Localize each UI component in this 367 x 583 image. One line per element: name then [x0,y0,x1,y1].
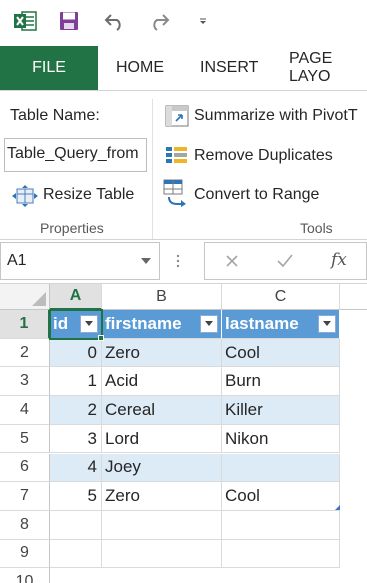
drag-handle-icon[interactable] [176,254,180,268]
cell-firstname[interactable]: Joey [102,453,222,483]
table-row: 6 4 Joey [0,453,367,483]
row-header-1[interactable]: 1 [0,310,50,339]
row-header-2[interactable]: 2 [0,338,50,368]
cell-id[interactable]: 1 [50,367,102,397]
cancel-icon[interactable] [225,254,239,273]
cell-firstname[interactable]: Lord [102,424,222,454]
table-row: 3 1 Acid Burn [0,367,367,397]
customize-qat-icon[interactable] [190,8,216,34]
tab-insert[interactable]: INSERT [200,46,258,90]
cell-firstname[interactable]: Zero [102,338,222,368]
table-resize-handle[interactable] [335,505,340,510]
cell-firstname[interactable]: Cereal [102,396,222,425]
enter-check-icon[interactable] [277,254,293,273]
table-row: 5 3 Lord Nikon [0,424,367,454]
cell-lastname[interactable]: Cool [222,482,340,511]
empty-row: 9 [0,539,367,569]
resize-table-label: Resize Table [43,186,135,203]
table-header-firstname[interactable]: firstname [102,310,222,339]
cell-lastname[interactable] [222,453,340,483]
table-row: 4 2 Cereal Killer [0,396,367,425]
convert-to-range-icon [163,179,191,212]
cell-lastname[interactable]: Burn [222,367,340,397]
filter-dropdown-icon[interactable] [80,314,98,333]
table-header-lastname[interactable]: lastname [222,310,340,339]
row-header-3[interactable]: 3 [0,367,50,397]
column-header-c[interactable]: C [222,284,340,310]
cell-firstname[interactable]: Zero [102,482,222,511]
save-icon[interactable] [56,8,82,34]
row-header-4[interactable]: 4 [0,396,50,425]
undo-icon[interactable] [102,8,128,34]
resize-table-icon [12,185,38,212]
fill-handle[interactable] [98,335,104,341]
remove-duplicates-label: Remove Duplicates [194,147,333,164]
empty-row: 10 [0,568,367,583]
insert-function-button[interactable]: fx [331,250,347,270]
ribbon-panel: Table Name: Table_Query_from Resize Tabl… [0,90,367,240]
redo-icon[interactable] [146,8,172,34]
empty-cell[interactable] [102,510,222,540]
cell-id[interactable]: 5 [50,482,102,511]
empty-cell[interactable] [50,510,102,540]
pivot-table-icon [165,105,189,132]
cell-id[interactable]: 0 [50,338,102,368]
row-header-6[interactable]: 6 [0,453,50,483]
cell-lastname[interactable]: Cool [222,338,340,368]
tab-home[interactable]: HOME [116,46,164,90]
summarize-pivot-label: Summarize with PivotT [194,107,358,124]
table-header-label: firstname [105,313,182,333]
tab-page-layout[interactable]: PAGE LAYO [289,46,367,90]
row-header-7[interactable]: 7 [0,482,50,511]
filter-dropdown-icon[interactable] [318,314,336,333]
table-row: 2 0 Zero Cool [0,338,367,368]
table-header-id[interactable]: id [50,310,102,339]
group-separator [152,99,153,239]
name-box[interactable]: A1 [0,242,160,280]
table-row: 7 5 Zero Cool [0,482,367,511]
table-header-label: id [53,313,69,333]
group-label-properties: Properties [40,220,104,236]
cell-id[interactable]: 3 [50,424,102,454]
empty-cell[interactable] [102,539,222,569]
row-header-10[interactable]: 10 [0,568,50,583]
select-all-triangle-icon [32,292,46,306]
formula-controls: fx [204,242,367,280]
filter-dropdown-icon[interactable] [200,314,218,333]
cell-lastname[interactable]: Nikon [222,424,340,454]
column-header-b[interactable]: B [102,284,222,310]
cell-firstname[interactable]: Acid [102,367,222,397]
table-name-input[interactable]: Table_Query_from [4,138,147,172]
column-header-a[interactable]: A [50,284,102,310]
row-header-9[interactable]: 9 [0,539,50,569]
name-box-value: A1 [7,252,27,269]
row-header-8[interactable]: 8 [0,510,50,540]
empty-cell[interactable] [222,510,340,540]
select-all-button[interactable] [0,284,50,310]
remove-duplicates-icon [165,145,189,170]
chevron-down-icon[interactable] [141,258,151,264]
worksheet-grid: A B C 1 id firstname lastname 2 0 Zero C… [0,284,367,583]
empty-cell[interactable] [50,539,102,569]
tab-file[interactable]: FILE [0,46,98,90]
column-header-d[interactable] [340,284,367,310]
table-row: 1 id firstname lastname [0,310,367,339]
row-header-5[interactable]: 5 [0,424,50,454]
cell-id[interactable]: 4 [50,453,102,483]
cell-lastname[interactable]: Killer [222,396,340,425]
ribbon-tabs: FILE HOME INSERT PAGE LAYO [0,46,367,90]
table-name-label: Table Name: [10,107,100,124]
empty-cell[interactable] [222,539,340,569]
convert-to-range-label: Convert to Range [194,186,320,203]
group-label-tools: Tools [300,220,333,236]
formula-bar: A1 fx [0,240,367,284]
quick-access-toolbar [0,0,367,44]
excel-logo-icon [12,8,38,34]
cell-id[interactable]: 2 [50,396,102,425]
table-header-label: lastname [225,313,299,333]
empty-row: 8 [0,510,367,540]
